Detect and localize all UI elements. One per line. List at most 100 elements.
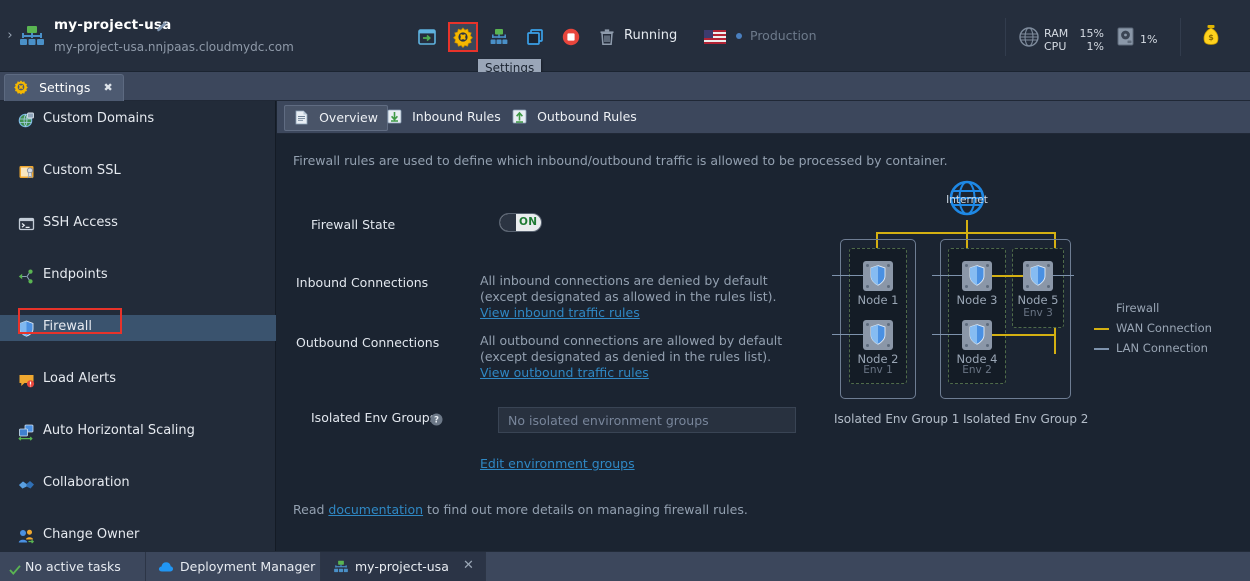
close-icon[interactable]: ✕ [463,558,474,573]
sidebar-item-load-alerts[interactable]: Load Alerts [0,367,275,393]
firewall-shield-icon [969,265,985,286]
status-tab-my-project-usa[interactable]: my-project-usa ✕ [321,552,486,581]
firewall-state-toggle[interactable]: ON [499,213,542,232]
change-topology-icon[interactable] [484,22,514,52]
isolated-env-groups-input[interactable]: No isolated environment groups [498,407,796,433]
isolated-env-groups-placeholder: No isolated environment groups [508,413,709,428]
help-question-icon[interactable]: ? [430,411,443,426]
node-5-label: Node 5 [1017,293,1059,307]
documentation-footer: Read documentation to find out more deta… [293,502,748,517]
environment-domain: my-project-usa.nnjpaas.cloudmydc.com [54,40,294,54]
load-alerts-icon [18,372,35,389]
firewall-intro-text: Firewall rules are used to define which … [293,153,948,168]
sidebar-item-custom-domains[interactable]: Custom Domains [0,107,275,133]
window-tab-label: Settings [39,80,91,95]
tab-inbound-rules[interactable]: Inbound Rules [378,105,510,131]
node-4[interactable] [962,320,992,350]
sidebar-item-label: Custom Domains [43,111,155,126]
firewall-shield-icon [870,324,886,345]
active-tasks-indicator[interactable]: No active tasks [0,552,146,581]
env-3-label: Env 3 [1023,307,1053,319]
env-type-dot [736,33,742,39]
check-icon [9,561,21,575]
firewall-shield-icon [969,324,985,345]
legend-wan-dash [1094,328,1109,330]
view-outbound-traffic-rules-link[interactable]: View outbound traffic rules [480,365,649,380]
cloud-icon [158,559,174,575]
chevron-right-icon[interactable]: › [3,26,17,46]
sidebar-item-custom-ssl[interactable]: Custom SSL [0,159,275,185]
close-icon[interactable]: ✖ [103,81,112,94]
ram-value: 15% [1079,27,1104,40]
node-1-label: Node 1 [857,293,899,307]
custom-domains-icon [18,112,35,129]
ram-label: RAM [1044,27,1069,40]
delete-environment-icon[interactable] [592,22,622,52]
endpoints-icon [18,268,35,285]
lan-link-node-4 [932,334,962,335]
status-tab-deployment-manager[interactable]: Deployment Manager [146,552,321,581]
open-in-browser-icon[interactable] [412,22,442,52]
document-icon [294,110,309,125]
node-4-label: Node 4 [956,352,998,366]
wan-link-node-3-to-node-5 [992,275,1026,277]
tab-outbound-rules[interactable]: Outbound Rules [503,105,646,131]
node-2-label: Node 2 [857,352,899,366]
header-divider-2 [1180,18,1181,56]
node-1[interactable] [863,261,893,291]
sidebar-item-label: Auto Horizontal Scaling [43,423,195,438]
ssh-access-icon [18,216,35,233]
node-3[interactable] [962,261,992,291]
sidebar-item-ssh-access[interactable]: SSH Access [0,211,275,237]
view-inbound-traffic-rules-link[interactable]: View inbound traffic rules [480,305,640,320]
firewall-state-label: Firewall State [311,217,396,232]
lan-link-node-1 [832,275,864,276]
toggle-knob [500,214,516,231]
sidebar-item-label: Change Owner [43,527,140,542]
isolated-env-group-2-label: Isolated Env Group 2 [963,412,1089,426]
clone-environment-icon[interactable] [520,22,550,52]
lan-link-node-3 [932,275,962,276]
sidebar-item-auto-horizontal-scaling[interactable]: Auto Horizontal Scaling [0,419,275,445]
sidebar-item-firewall[interactable]: Firewall [0,315,276,341]
status-tab-label: Deployment Manager [180,559,316,574]
tab-label: Inbound Rules [412,109,501,124]
environment-title: my-project-usa [54,17,172,33]
cpu-label: CPU [1044,40,1067,53]
environment-icon [333,559,349,575]
lan-link-node-2 [832,334,864,335]
edit-environment-groups-link[interactable]: Edit environment groups [480,456,635,471]
settings-sidebar: Custom Domains Custom SSL SSH Access End… [0,101,276,581]
environment-header: › my-project-usa my-project-usa.nnjpaas.… [0,0,1250,78]
node-2[interactable] [863,320,893,350]
inbound-line-1: All inbound connections are denied by de… [480,273,768,288]
inbound-connections-label: Inbound Connections [296,275,429,290]
tab-label: Overview [319,110,378,125]
node-5[interactable] [1023,261,1053,291]
firewall-tabs: Overview Inbound Rules Outbound Rules [277,101,1250,134]
environment-icon [18,22,46,50]
node-3-label: Node 3 [956,293,998,307]
legend-firewall-label: Firewall [1116,301,1160,315]
status-tab-label: my-project-usa [355,559,449,574]
sidebar-item-endpoints[interactable]: Endpoints [0,263,275,289]
custom-ssl-icon [18,164,35,181]
tab-overview[interactable]: Overview [284,105,388,131]
settings-icon[interactable] [448,22,479,52]
isolated-env-groups-label: Isolated Env Groups [311,410,437,425]
wan-link-node-4 [992,334,1056,336]
sidebar-item-collaboration[interactable]: Collaboration [0,471,275,497]
sidebar-item-change-owner[interactable]: Change Owner [0,523,275,549]
environment-status: Running [624,28,678,43]
sidebar-item-label: Firewall [43,319,93,334]
window-tabstrip: Settings ✖ [0,72,1250,101]
money-bag-icon[interactable]: $ [1201,24,1221,52]
active-tasks-label: No active tasks [25,559,121,574]
legend-lan-dash [1094,348,1109,350]
documentation-link[interactable]: documentation [328,502,423,517]
pencil-icon[interactable] [155,18,169,32]
stop-environment-icon[interactable] [556,22,586,52]
environment-toolbar [412,22,623,52]
disk-value: 1% [1140,33,1158,46]
window-tab-settings[interactable]: Settings ✖ [4,74,124,101]
